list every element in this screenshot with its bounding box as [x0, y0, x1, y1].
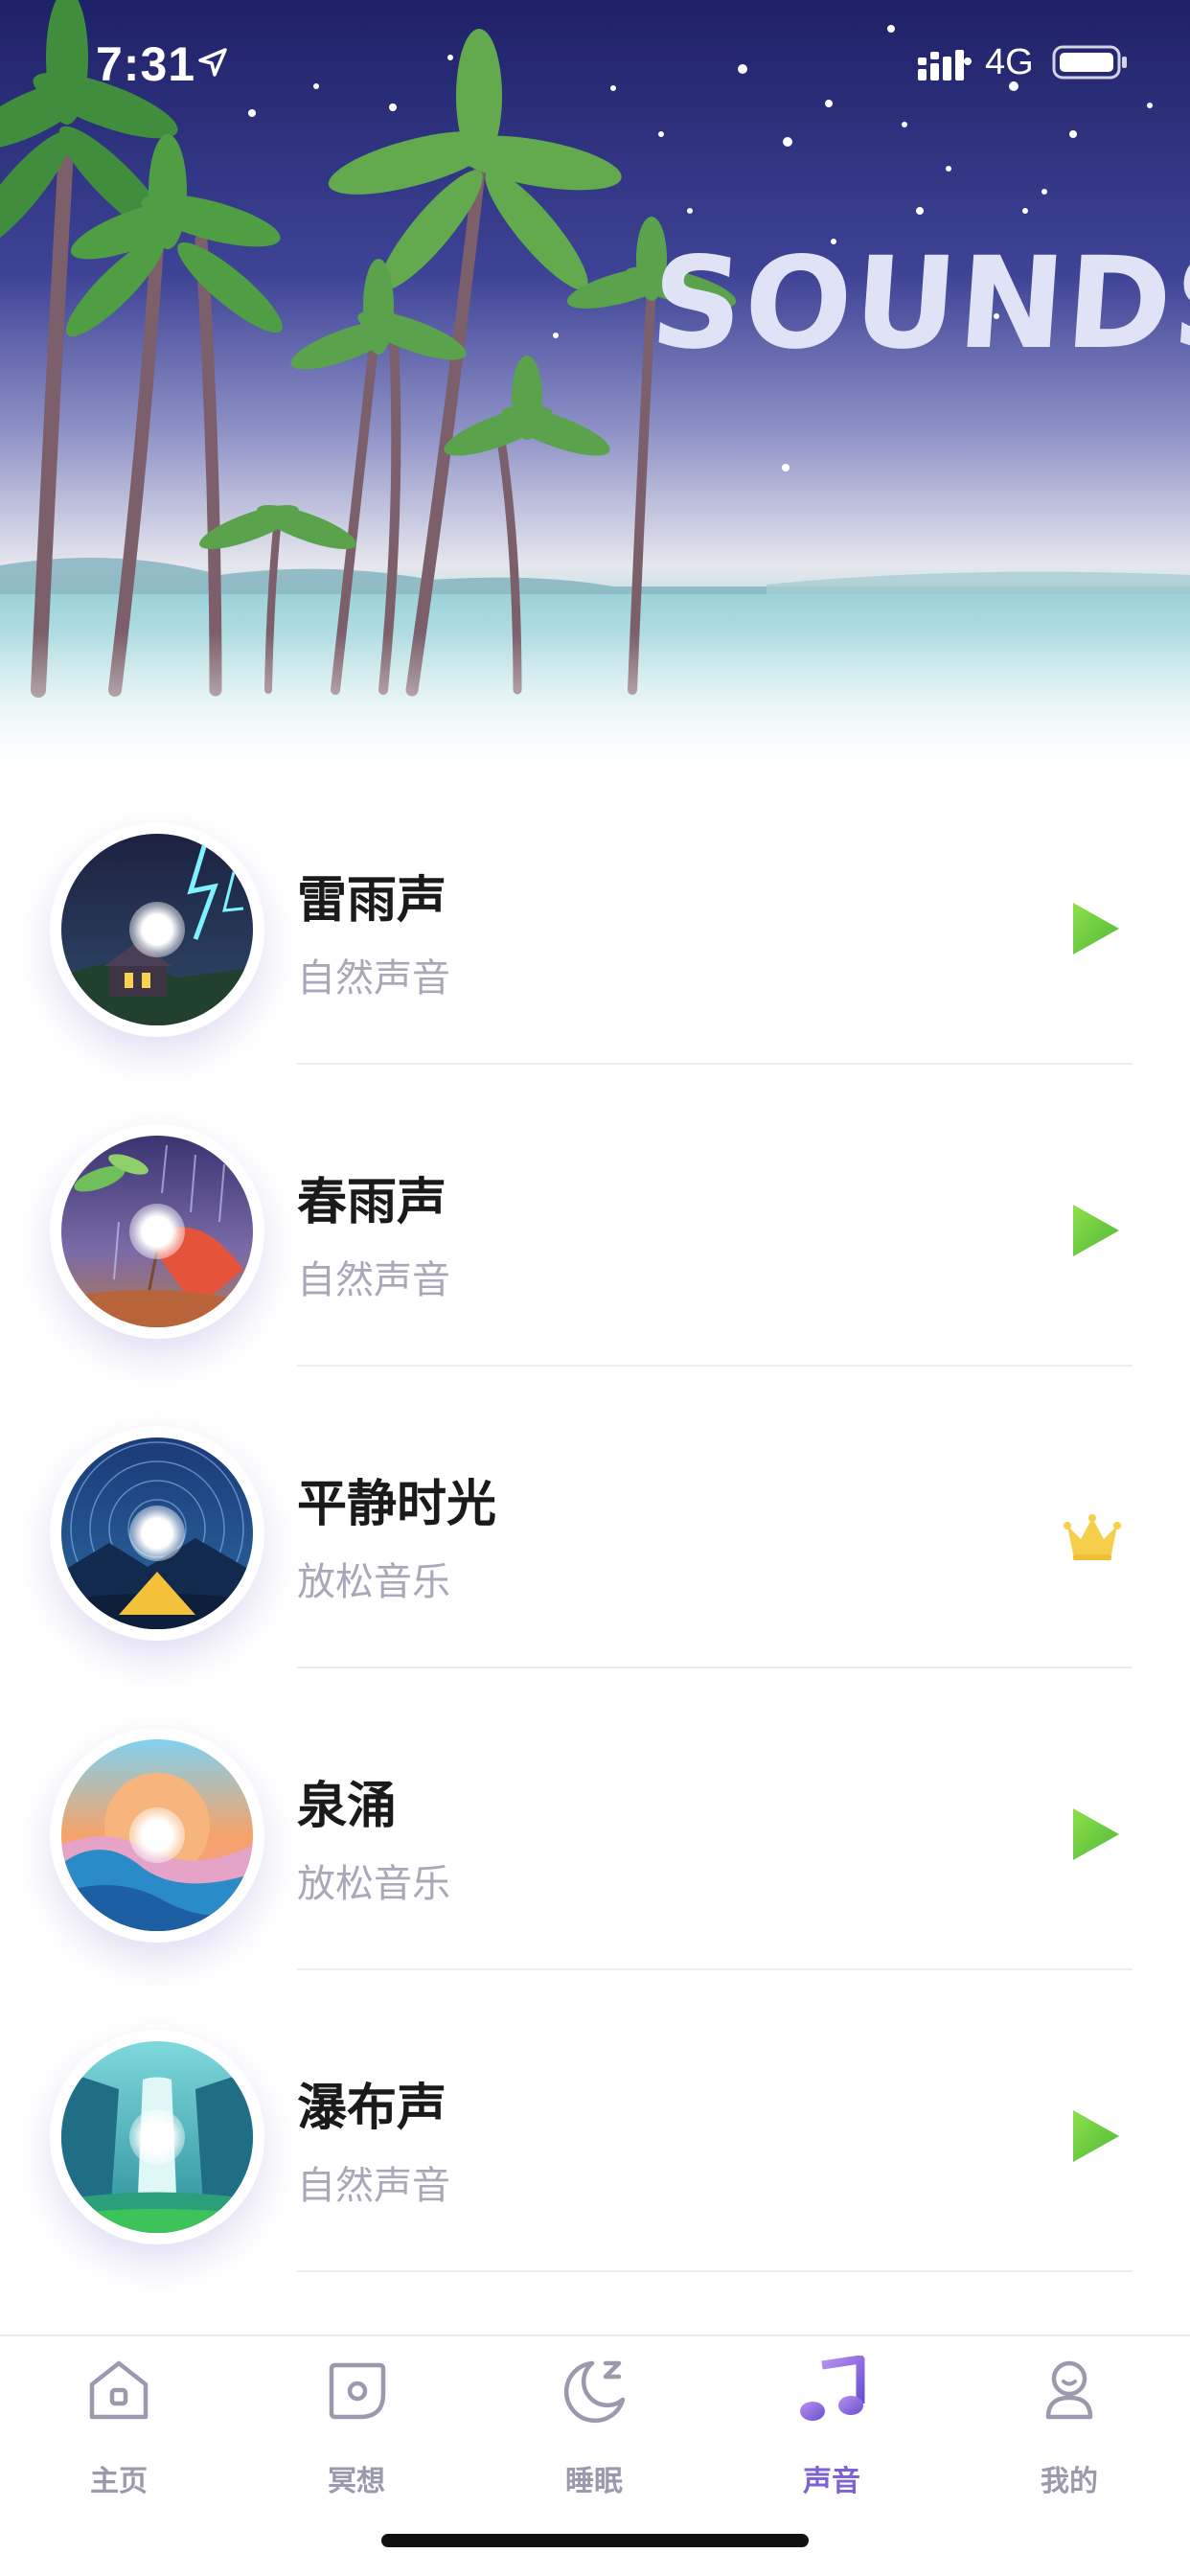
divider	[297, 1063, 1133, 1065]
tab-sounds[interactable]: 声音	[755, 2356, 908, 2498]
sound-cover	[50, 822, 264, 1037]
list-item[interactable]: 平静时光 放松音乐	[0, 1370, 1190, 1672]
tab-meditation[interactable]: 冥想	[280, 2356, 433, 2498]
tab-profile[interactable]: 我的	[993, 2356, 1146, 2498]
list-item[interactable]: 雷雨声 自然声音	[0, 767, 1190, 1069]
play-icon[interactable]	[1069, 1201, 1123, 1260]
sound-title: 瀑布声	[297, 2080, 447, 2137]
home-icon	[89, 2360, 149, 2420]
sound-category: 自然声音	[297, 2164, 450, 2208]
status-time: 7:31	[96, 37, 196, 91]
meditation-icon	[329, 2362, 386, 2420]
profile-icon	[1045, 2360, 1093, 2420]
battery-icon	[1052, 45, 1127, 80]
sound-cover	[50, 1426, 264, 1641]
moon-icon	[563, 2360, 626, 2424]
tab-home[interactable]: 主页	[42, 2356, 195, 2498]
signal-bars-icon	[918, 50, 964, 80]
music-note-icon	[800, 2356, 865, 2421]
tab-label: 睡眠	[565, 2465, 623, 2498]
tab-label: 声音	[803, 2465, 860, 2498]
status-bar: 7:31 4G	[0, 0, 1190, 134]
sound-cover	[50, 2030, 264, 2244]
hero-title: SOUNDS	[646, 230, 1190, 378]
tab-label: 冥想	[328, 2465, 385, 2498]
crown-icon[interactable]	[1064, 1512, 1121, 1562]
list-item[interactable]: 泉涌 放松音乐	[0, 1672, 1190, 1974]
tab-label: 主页	[90, 2465, 148, 2498]
play-icon[interactable]	[1069, 899, 1123, 958]
play-icon[interactable]	[1069, 1805, 1123, 1864]
tab-label: 我的	[1041, 2465, 1098, 2498]
list-item[interactable]: 春雨声 自然声音	[0, 1069, 1190, 1370]
divider	[297, 1365, 1133, 1367]
divider	[297, 1968, 1133, 1970]
sound-title: 雷雨声	[297, 872, 447, 930]
play-icon[interactable]	[1069, 2106, 1123, 2166]
tab-sleep[interactable]: 睡眠	[517, 2356, 671, 2498]
sound-cover	[50, 1728, 264, 1943]
divider	[297, 2270, 1133, 2272]
sound-title: 春雨声	[297, 1174, 447, 1231]
sound-title: 泉涌	[297, 1778, 398, 1835]
sound-category: 放松音乐	[297, 1862, 450, 1906]
sound-category: 自然声音	[297, 956, 450, 1000]
list-item[interactable]: 瀑布声 自然声音	[0, 1974, 1190, 2276]
sound-category: 自然声音	[297, 1258, 450, 1302]
sound-title: 平静时光	[297, 1476, 497, 1533]
location-arrow-icon	[198, 48, 227, 77]
divider	[297, 1667, 1133, 1668]
sound-cover	[50, 1124, 264, 1339]
network-type: 4G	[985, 42, 1034, 82]
home-indicator[interactable]	[381, 2534, 809, 2547]
sound-category: 放松音乐	[297, 1560, 450, 1604]
